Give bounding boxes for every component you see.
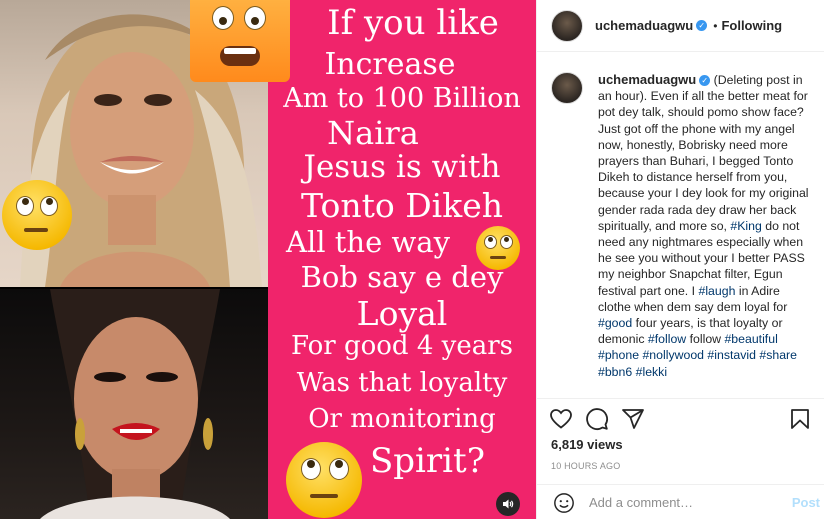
hashtag-link[interactable]: #follow (648, 332, 686, 346)
hashtag-link[interactable]: #lekki (636, 365, 667, 379)
overlay-line-12: Or monitoring (308, 404, 496, 434)
share-button[interactable] (621, 407, 645, 431)
hashtag-link[interactable]: #King (730, 219, 761, 233)
heart-icon (550, 409, 572, 429)
overlay-line-9: Loyal (356, 294, 448, 333)
shocked-emoji-icon (190, 0, 290, 82)
photo-bottom (0, 289, 268, 519)
caption: uchemaduagwu ✓ (Deleting post in an hour)… (551, 72, 819, 398)
post-header: uchemaduagwu ✓ • Following (537, 0, 824, 52)
instagram-post: If you like Increase Am to 100 Billion N… (0, 0, 824, 519)
action-bar: 6,819 views 10 HOURS AGO (537, 398, 824, 471)
overlay-line-11: Was that loyalty (296, 368, 508, 398)
hashtag-link[interactable]: #share (759, 348, 797, 362)
smiley-icon[interactable] (553, 492, 575, 514)
overlay-line-7: All the way (286, 225, 450, 259)
speaker-icon (503, 499, 514, 509)
caption-body: (Deleting post in an hour). Even if all … (598, 73, 809, 379)
overlay-line-13: Spirit? (370, 441, 485, 481)
overlay-line-3: Am to 100 Billion (283, 83, 521, 114)
comment-button[interactable] (585, 407, 609, 431)
share-icon (622, 409, 644, 429)
hashtag-link[interactable]: #beautiful (724, 332, 777, 346)
woman-portrait-bottom (40, 289, 230, 519)
eye-roll-emoji-icon (2, 180, 72, 250)
overlay-line-2: Increase (324, 47, 456, 82)
avatar[interactable] (551, 9, 583, 42)
post-timestamp[interactable]: 10 HOURS AGO (551, 461, 620, 471)
post-sidebar: uchemaduagwu ✓ • Following uchemaduagwu ✓… (536, 0, 824, 519)
comment-icon (586, 408, 608, 430)
comment-input[interactable] (587, 494, 771, 511)
eye-roll-emoji-icon (286, 442, 362, 518)
caption-segment: (Deleting post in an hour). Even if all … (598, 73, 809, 233)
hashtag-link[interactable]: #phone (598, 348, 639, 362)
header-separator: • (713, 18, 718, 33)
eye-roll-emoji-icon (476, 226, 520, 270)
verified-badge-icon: ✓ (699, 75, 711, 87)
bookmark-icon (791, 409, 809, 429)
save-button[interactable] (788, 407, 812, 431)
view-count[interactable]: 6,819 views (551, 437, 623, 452)
caption-username[interactable]: uchemaduagwu (598, 72, 696, 87)
like-button[interactable] (549, 407, 573, 431)
overlay-line-4: Naira (327, 114, 419, 152)
hashtag-link[interactable]: #laugh (698, 284, 735, 298)
verified-badge-icon: ✓ (696, 20, 708, 31)
overlay-line-10: For good 4 years (291, 331, 513, 361)
following-button[interactable]: Following (721, 18, 782, 33)
post-media[interactable]: If you like Increase Am to 100 Billion N… (0, 0, 536, 519)
caption-text: uchemaduagwu ✓ (Deleting post in an hour)… (598, 72, 813, 398)
sound-toggle-button[interactable] (496, 492, 520, 516)
hashtag-link[interactable]: #good (598, 316, 632, 330)
overlay-line-6: Tonto Dikeh (301, 186, 503, 225)
hashtag-link[interactable]: #nollywood (642, 348, 704, 362)
caption-avatar[interactable] (551, 72, 583, 104)
comment-bar: Post (537, 484, 824, 520)
post-comment-button[interactable]: Post (792, 495, 820, 510)
caption-segment: follow (686, 332, 725, 347)
header-username[interactable]: uchemaduagwu (595, 18, 693, 33)
overlay-line-1: If you like (327, 3, 499, 43)
overlay-line-5: Jesus is with (303, 149, 501, 185)
hashtag-link[interactable]: #instavid (707, 348, 756, 362)
hashtag-link[interactable]: #bbn6 (598, 365, 632, 379)
